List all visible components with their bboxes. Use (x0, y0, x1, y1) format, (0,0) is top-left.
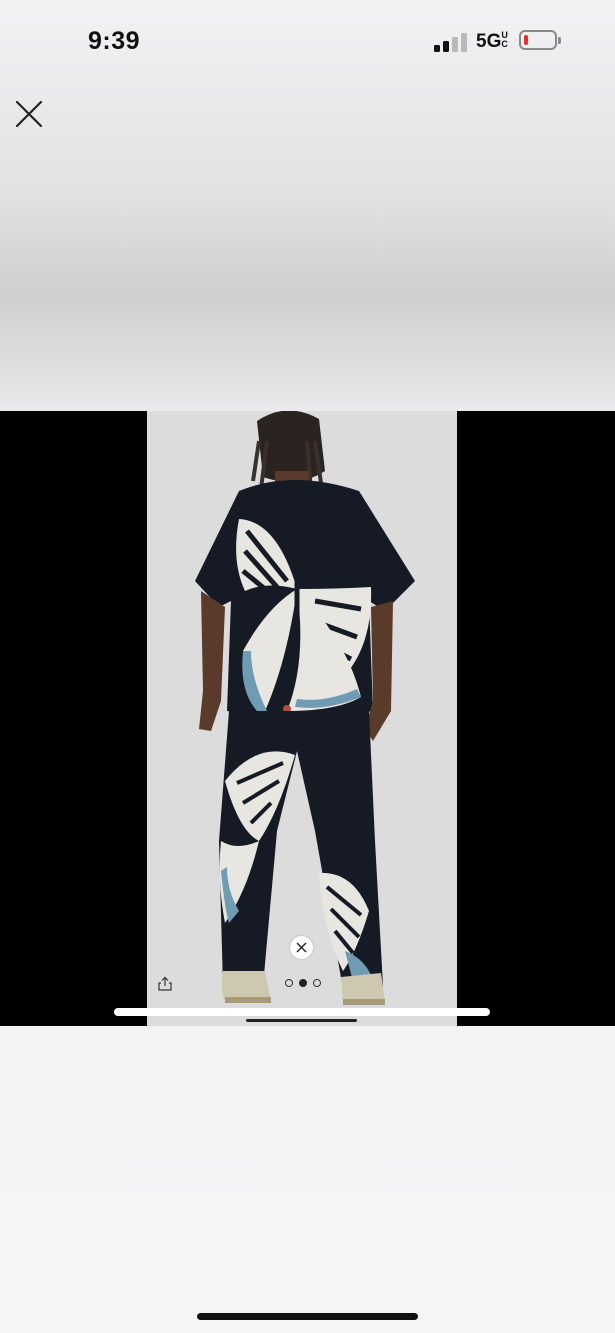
product-illustration (147, 411, 457, 1026)
status-bar: 9:39 5GUC (0, 0, 615, 80)
page-dot-active[interactable] (299, 979, 307, 987)
product-photo[interactable] (147, 411, 457, 1026)
horizontal-scrollbar[interactable] (114, 1008, 490, 1016)
image-viewer (0, 411, 615, 1026)
page-indicator[interactable] (285, 979, 321, 989)
bottom-blank-area (0, 1026, 615, 1333)
battery-icon (519, 30, 561, 50)
network-superscript: UC (501, 30, 508, 49)
page-dot[interactable] (285, 979, 293, 987)
inner-home-indicator (246, 1019, 357, 1022)
close-icon[interactable] (12, 97, 46, 131)
battery-nub (558, 37, 561, 44)
battery-fill (524, 35, 528, 45)
home-indicator[interactable] (197, 1313, 418, 1320)
cellular-signal-icon (434, 32, 467, 52)
network-indicator: 5GUC (476, 31, 509, 53)
close-circle-icon (296, 942, 307, 953)
share-icon[interactable] (157, 976, 173, 992)
page-dot[interactable] (313, 979, 321, 987)
status-time: 9:39 (88, 27, 141, 55)
network-type: 5G (476, 31, 502, 52)
dismiss-button[interactable] (290, 936, 313, 959)
